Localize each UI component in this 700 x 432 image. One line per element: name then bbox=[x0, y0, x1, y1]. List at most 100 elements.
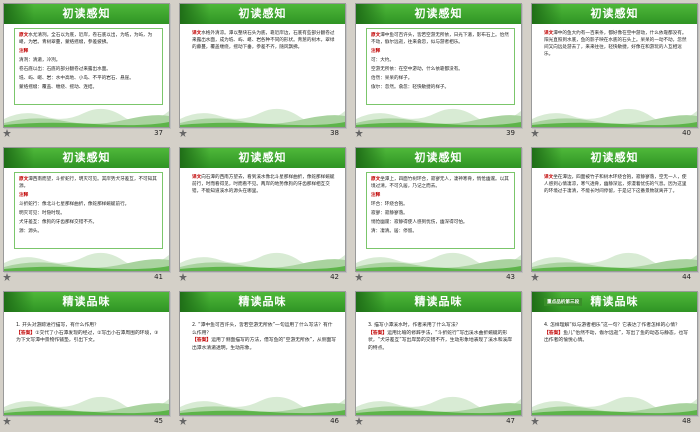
text-line: 注释 bbox=[19, 192, 158, 199]
slide-footer: 41 bbox=[0, 272, 171, 284]
slide-footer: 43 bbox=[352, 272, 523, 284]
line-text: 环合：环绕合抱。 bbox=[371, 202, 408, 207]
slide-number: 38 bbox=[330, 129, 339, 137]
line-text: 潭中鱼可百许头，皆若空游无所依，日光下澈，影布石上。佁然不动，俶尔远逝，往来翕忽… bbox=[371, 33, 509, 45]
slide-title: 初读感知 bbox=[356, 148, 521, 168]
slide-title: 精读品味 bbox=[4, 292, 169, 312]
slide-canvas[interactable]: 初读感知 译文水格外清凉。潭以整块石头为底，靠近岸边，石底有些部分翻卷过来露出水面… bbox=[179, 3, 346, 128]
line-text: 坐潭上，四面竹树环合，寂寥无人，凄神寒骨，悄怆幽邃。以其境过清，不可久居，乃记之… bbox=[371, 177, 509, 189]
slide-number: 46 bbox=[330, 417, 339, 425]
slide-number: 48 bbox=[682, 417, 691, 425]
slide-thumbnail[interactable]: 初读感知 原文潭中鱼可百许头，皆若空游无所依，日光下澈，影布石上。佁然不动，俶尔远… bbox=[352, 0, 527, 144]
line-text: 潭西南而望，斗折蛇行，明灭可见。其岸势犬牙差互，不可知其源。 bbox=[19, 177, 157, 189]
slide-transition-icon[interactable] bbox=[179, 129, 187, 137]
slide-transition-icon[interactable] bbox=[531, 129, 539, 137]
slide-transition-icon[interactable] bbox=[355, 273, 363, 281]
slide-thumbnail[interactable]: 初读感知 译文水格外清凉。潭以整块石头为底，靠近岸边，石底有些部分翻卷过来露出水面… bbox=[176, 0, 351, 144]
slide-number: 47 bbox=[506, 417, 515, 425]
slide-transition-icon[interactable] bbox=[3, 273, 11, 281]
slide-transition-icon[interactable] bbox=[531, 417, 539, 425]
question-text: 3. 描写小潭溪水时，作者采用了什么写法？ bbox=[368, 323, 461, 328]
question-block: 3. 描写小潭溪水时，作者采用了什么写法？ 【答案】运用比喻的修辞手法，“斗折蛇行… bbox=[368, 322, 513, 352]
slide-thumbnail[interactable]: 初读感知原文坐潭上，四面竹树环合，寂寥无人，凄神寒骨，悄怆幽邃。以其境过清，不可… bbox=[352, 144, 527, 288]
slide-transition-icon[interactable] bbox=[3, 129, 11, 137]
answer-body: 鱼儿“佁然不动，俶尔远逝”，写出了鱼的动态与静态，也写出作者的愉悦心情。 bbox=[544, 330, 689, 344]
line-text: 空游无所依：在空中游动，什么依靠都没有。 bbox=[371, 67, 463, 72]
text-line: 译文 bbox=[544, 175, 553, 180]
text-line: 坐在潭边，四面被竹子和树木环绕合抱，寂静寥落，空无一人，使人感到心情凄凉，寒气透… bbox=[544, 175, 686, 194]
slide-number: 37 bbox=[154, 129, 163, 137]
text-line: 明灭可见：时隐时现。 bbox=[19, 210, 158, 217]
slide-thumbnail[interactable]: 初读感知译文潭中的鱼大约有一百来条，都好像在空中游动，什么依靠都没有。阳光直照到… bbox=[528, 0, 700, 144]
line-text: 潭中的鱼大约有一百来条，都好像在空中游动，什么依靠都没有。阳光直照到水底，鱼的影… bbox=[544, 31, 687, 57]
line-text: 斗折蛇行：像北斗七星那样曲折，像蛇那样蜿蜒前行。 bbox=[19, 202, 130, 207]
line-text: 寂寥：寂静寥落。 bbox=[371, 211, 408, 216]
slide-canvas[interactable]: 初读感知 原文潭西南而望，斗折蛇行，明灭可见。其岸势犬牙差互，不可知其源。 注释 斗折… bbox=[3, 147, 170, 272]
annotation-box: 原文潭西南而望，斗折蛇行，明灭可见。其岸势犬牙差互，不可知其源。 注释 斗折蛇行：像… bbox=[14, 172, 163, 249]
answer-body: ①交代了小石潭发现的经过，②写出小石潭周围的环境，③为下文写潭中景物作铺垫，引出… bbox=[16, 330, 159, 344]
text-line: 原文坐潭上，四面竹树环合，寂寥无人，凄神寒骨，悄怆幽邃。以其境过清，不可久居，乃… bbox=[371, 176, 510, 190]
mountain-decoration bbox=[356, 252, 521, 271]
line-text: 佁然：呆呆的样子。 bbox=[371, 76, 413, 81]
slide-title: 初读感知 bbox=[4, 4, 169, 24]
text-line: 空游无所依：在空中游动，什么依靠都没有。 bbox=[371, 66, 510, 73]
text-line: 注释 bbox=[371, 192, 510, 199]
line-label: 原文 bbox=[19, 33, 29, 38]
slide-transition-icon[interactable] bbox=[179, 273, 187, 281]
line-label: 注释 bbox=[19, 49, 29, 54]
slide-transition-icon[interactable] bbox=[355, 129, 363, 137]
slide-thumbnail[interactable]: 初读感知 原文水尤清冽。全石以为底，近岸，卷石底以出，为坻，为屿，为嵁，为岩。青树… bbox=[0, 0, 175, 144]
mountain-decoration bbox=[4, 252, 169, 271]
line-label: 译文 bbox=[544, 175, 554, 180]
answer-label: 【答案】 bbox=[16, 330, 36, 336]
slide-transition-icon[interactable] bbox=[3, 417, 11, 425]
line-text: 坻、屿、嵁、岩：水中高地、小岛、不平的岩石、悬崖。 bbox=[19, 76, 134, 81]
slide-title: 初读感知 bbox=[180, 4, 345, 24]
slide-canvas[interactable]: 精读品味 2. “潭中鱼可百许头，皆若空游无所依”一句运用了什么写法？有什么作用？… bbox=[179, 291, 346, 416]
answer-label: 【答案】 bbox=[368, 330, 388, 336]
slide-canvas[interactable]: 精读品味 重点品析第三段 4. 怎样理解“似与游者相乐”这一句？它表达了作者怎样的心… bbox=[531, 291, 698, 416]
slide-thumbnail[interactable]: 初读感知 原文潭西南而望，斗折蛇行，明灭可见。其岸势犬牙差互，不可知其源。 注释 斗折… bbox=[0, 144, 175, 288]
line-label: 译文 bbox=[192, 175, 202, 180]
answer-text: 【答案】运用比喻的修辞手法，“斗折蛇行”写出溪水曲折蜿蜒的形状，“犬牙差互”写出… bbox=[368, 330, 513, 353]
slide-number: 41 bbox=[154, 273, 163, 281]
annotation-box: 原文潭中鱼可百许头，皆若空游无所依，日光下澈，影布石上。佁然不动，俶尔远逝，往来… bbox=[366, 28, 515, 105]
slide-transition-icon[interactable] bbox=[179, 417, 187, 425]
mountain-decoration bbox=[180, 108, 345, 127]
line-text: 清冽：清澈，冷冽。 bbox=[19, 58, 61, 63]
annotation-box: 原文坐潭上，四面竹树环合，寂寥无人，凄神寒骨，悄怆幽邃。以其境过清，不可久居，乃… bbox=[366, 172, 515, 249]
slide-thumbnail[interactable]: 精读品味 3. 描写小潭溪水时，作者采用了什么写法？ 【答案】运用比喻的修辞手法，“… bbox=[352, 288, 527, 432]
mountain-decoration bbox=[180, 252, 345, 271]
slide-canvas[interactable]: 初读感知 译文向石潭的西南方望去，看到溪水像北斗星那样曲折，像蛇那样蜿蜒前行，时而… bbox=[179, 147, 346, 272]
slide-canvas[interactable]: 精读品味 3. 描写小潭溪水时，作者采用了什么写法？ 【答案】运用比喻的修辞手法，“… bbox=[355, 291, 522, 416]
line-label: 注释 bbox=[19, 193, 29, 198]
text-line: 注释 bbox=[371, 48, 510, 55]
slide-canvas[interactable]: 精读品味 1. 开头对游踪进行描写，有什么作用？ 【答案】①交代了小石潭发现的经过，… bbox=[3, 291, 170, 416]
slide-thumbnail[interactable]: 初读感知 译文向石潭的西南方望去，看到溪水像北斗星那样曲折，像蛇那样蜿蜒前行，时而… bbox=[176, 144, 351, 288]
slide-transition-icon[interactable] bbox=[355, 417, 363, 425]
text-line: 译文 bbox=[192, 175, 201, 180]
line-text: 可：大约。 bbox=[371, 58, 394, 63]
text-line: 译文 bbox=[544, 31, 553, 36]
line-text: 俶尔：忽然。翕忽：轻快敏捷的样子。 bbox=[371, 85, 450, 90]
translation-text: 译文潭中的鱼大约有一百来条，都好像在空中游动，什么依靠都没有。阳光直照到水底，鱼… bbox=[544, 30, 689, 58]
slide-canvas[interactable]: 初读感知 译文坐在潭边，四面被竹子和树木环绕合抱，寂静寥落，空无一人，使人感到心情… bbox=[531, 147, 698, 272]
text-line: 寂寥：寂静寥落。 bbox=[371, 210, 510, 217]
question-text: 4. 怎样理解“似与游者相乐”这一句？它表达了作者怎样的心情？ bbox=[544, 323, 680, 328]
question-block: 1. 开头对游踪进行描写，有什么作用？ 【答案】①交代了小石潭发现的经过，②写出小… bbox=[16, 322, 161, 345]
answer-label: 【答案】 bbox=[544, 330, 564, 336]
line-text: 明灭可见：时隐时现。 bbox=[19, 211, 65, 216]
slide-thumbnail[interactable]: 精读品味 2. “潭中鱼可百许头，皆若空游无所依”一句运用了什么写法？有什么作用？… bbox=[176, 288, 351, 432]
slide-thumbnail[interactable]: 初读感知 译文坐在潭边，四面被竹子和树木环绕合抱，寂静寥落，空无一人，使人感到心情… bbox=[528, 144, 700, 288]
slide-canvas[interactable]: 初读感知原文坐潭上，四面竹树环合，寂寥无人，凄神寒骨，悄怆幽邃。以其境过清，不可… bbox=[355, 147, 522, 272]
slide-thumbnail[interactable]: 精读品味 重点品析第三段 4. 怎样理解“似与游者相乐”这一句？它表达了作者怎样的心… bbox=[528, 288, 700, 432]
translation-text: 译文坐在潭边，四面被竹子和树木环绕合抱，寂静寥落，空无一人，使人感到心情凄凉，寒… bbox=[544, 174, 689, 195]
slide-canvas[interactable]: 初读感知 原文水尤清冽。全石以为底，近岸，卷石底以出，为坻，为屿，为嵁，为岩。青树… bbox=[3, 3, 170, 128]
slide-title: 初读感知 bbox=[532, 4, 697, 24]
text-line: 译文 bbox=[192, 31, 201, 36]
slide-footer: 42 bbox=[176, 272, 347, 284]
slide-thumbnail[interactable]: 精读品味 1. 开头对游踪进行描写，有什么作用？ 【答案】①交代了小石潭发现的经过，… bbox=[0, 288, 175, 432]
slide-canvas[interactable]: 初读感知 原文潭中鱼可百许头，皆若空游无所依，日光下澈，影布石上。佁然不动，俶尔远… bbox=[355, 3, 522, 128]
slide-canvas[interactable]: 初读感知译文潭中的鱼大约有一百来条，都好像在空中游动，什么依靠都没有。阳光直照到… bbox=[531, 3, 698, 128]
slide-transition-icon[interactable] bbox=[531, 273, 539, 281]
